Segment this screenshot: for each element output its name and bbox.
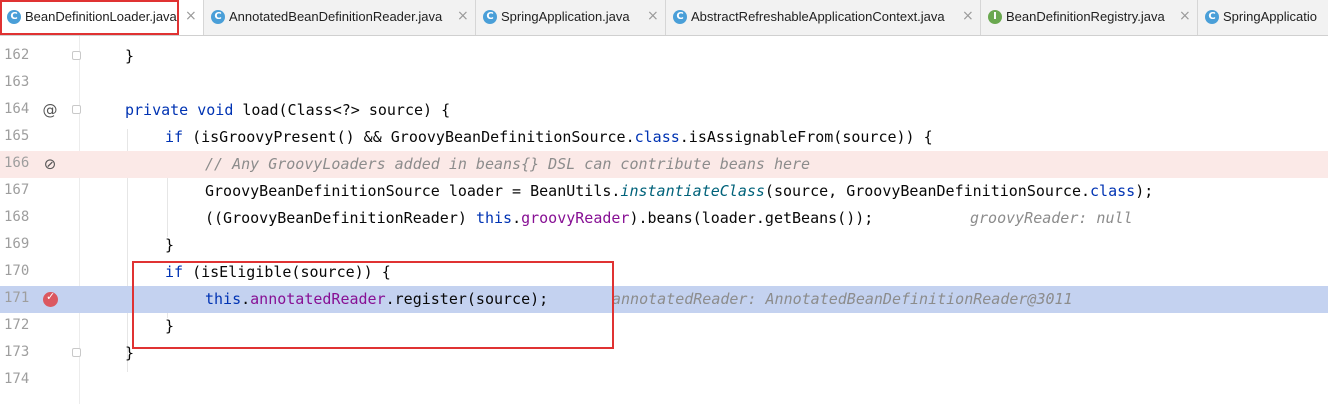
tab-spring-application[interactable]: C SpringApplication.java × bbox=[476, 0, 666, 35]
fold-marker-icon[interactable] bbox=[72, 348, 81, 357]
code-line[interactable]: 168 ((GroovyBeanDefinitionReader) this.g… bbox=[0, 205, 1328, 232]
code-line-disabled-breakpoint[interactable]: 166 ⊘ // Any GroovyLoaders added in bean… bbox=[0, 151, 1328, 178]
code-line[interactable]: 167 GroovyBeanDefinitionSource loader = … bbox=[0, 178, 1328, 205]
tab-annotated-bean-definition-reader[interactable]: C AnnotatedBeanDefinitionReader.java × bbox=[204, 0, 476, 35]
class-file-icon: C bbox=[673, 10, 687, 24]
code-line[interactable]: 162 } bbox=[0, 43, 1328, 70]
fold-marker-icon[interactable] bbox=[72, 105, 81, 114]
class-file-icon: C bbox=[211, 10, 225, 24]
code-text: private void load(Class<?> source) { bbox=[125, 101, 451, 119]
line-number: 165 bbox=[4, 128, 30, 144]
code-text: ((GroovyBeanDefinitionReader) this.groov… bbox=[205, 209, 874, 227]
line-number: 173 bbox=[4, 344, 30, 360]
tab-label: SpringApplicatio bbox=[1223, 9, 1317, 24]
override-at-icon[interactable]: @ bbox=[40, 100, 60, 120]
close-tab-icon[interactable]: × bbox=[457, 8, 469, 24]
tab-spring-application-2[interactable]: C SpringApplicatio bbox=[1198, 0, 1328, 35]
tab-label: SpringApplication.java bbox=[501, 9, 630, 24]
line-number: 172 bbox=[4, 317, 30, 333]
code-line[interactable]: 169 } bbox=[0, 232, 1328, 259]
inline-debug-value: groovyReader: null bbox=[970, 209, 1133, 227]
code-line[interactable]: 164 @ private void load(Class<?> source)… bbox=[0, 97, 1328, 124]
tab-abstract-refreshable-application-context[interactable]: C AbstractRefreshableApplicationContext.… bbox=[666, 0, 981, 35]
editor-tab-bar: C BeanDefinitionLoader.java × C Annotate… bbox=[0, 0, 1328, 36]
tab-label: AnnotatedBeanDefinitionReader.java bbox=[229, 9, 443, 24]
code-comment: // Any GroovyLoaders added in beans{} DS… bbox=[205, 155, 811, 173]
tab-bean-definition-registry[interactable]: I BeanDefinitionRegistry.java × bbox=[981, 0, 1198, 35]
fold-marker-icon[interactable] bbox=[72, 51, 81, 60]
line-number: 170 bbox=[4, 263, 30, 279]
code-line[interactable]: 165 if (isGroovyPresent() && GroovyBeanD… bbox=[0, 124, 1328, 151]
close-tab-icon[interactable]: × bbox=[1179, 8, 1191, 24]
code-text: } bbox=[125, 47, 135, 65]
breakpoint-check-icon: ✓ bbox=[46, 290, 56, 303]
line-number: 171 bbox=[4, 290, 30, 306]
interface-file-icon: I bbox=[988, 10, 1002, 24]
code-text: GroovyBeanDefinitionSource loader = Bean… bbox=[205, 182, 1154, 200]
code-line[interactable]: 174 bbox=[0, 367, 1328, 394]
tab-label: BeanDefinitionRegistry.java bbox=[1006, 9, 1165, 24]
close-tab-icon[interactable]: × bbox=[962, 8, 974, 24]
class-file-icon: C bbox=[1205, 10, 1219, 24]
line-number: 162 bbox=[4, 47, 30, 63]
annotation-red-box-tab bbox=[0, 0, 179, 35]
code-line[interactable]: 163 bbox=[0, 70, 1328, 97]
line-number: 168 bbox=[4, 209, 30, 225]
line-number: 167 bbox=[4, 182, 30, 198]
code-text: } bbox=[165, 236, 175, 254]
line-number: 174 bbox=[4, 371, 30, 387]
line-number: 164 bbox=[4, 101, 30, 117]
class-file-icon: C bbox=[483, 10, 497, 24]
line-number: 163 bbox=[4, 74, 30, 90]
annotation-red-box-code bbox=[132, 261, 614, 349]
line-number: 166 bbox=[4, 155, 30, 171]
disabled-breakpoint-icon[interactable]: ⊘ bbox=[40, 154, 60, 174]
line-number: 169 bbox=[4, 236, 30, 252]
code-text: if (isGroovyPresent() && GroovyBeanDefin… bbox=[165, 128, 933, 146]
inline-debug-value: annotatedReader: AnnotatedBeanDefinition… bbox=[612, 290, 1073, 308]
close-tab-icon[interactable]: × bbox=[647, 8, 659, 24]
close-tab-icon[interactable]: × bbox=[185, 8, 197, 24]
tab-label: AbstractRefreshableApplicationContext.ja… bbox=[691, 9, 945, 24]
